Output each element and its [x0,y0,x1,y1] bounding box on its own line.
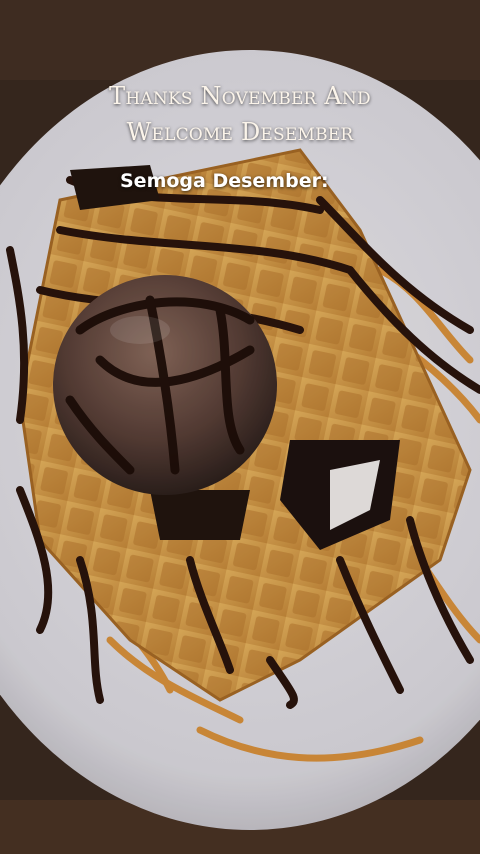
greeting-title: Thanks November And Welcome Desember [0,78,480,150]
wish-subtitle: Semoga Desember: [120,170,329,192]
greeting-line-2: Welcome Desember [126,118,354,146]
greeting-line-1: Thanks November And [109,82,371,110]
